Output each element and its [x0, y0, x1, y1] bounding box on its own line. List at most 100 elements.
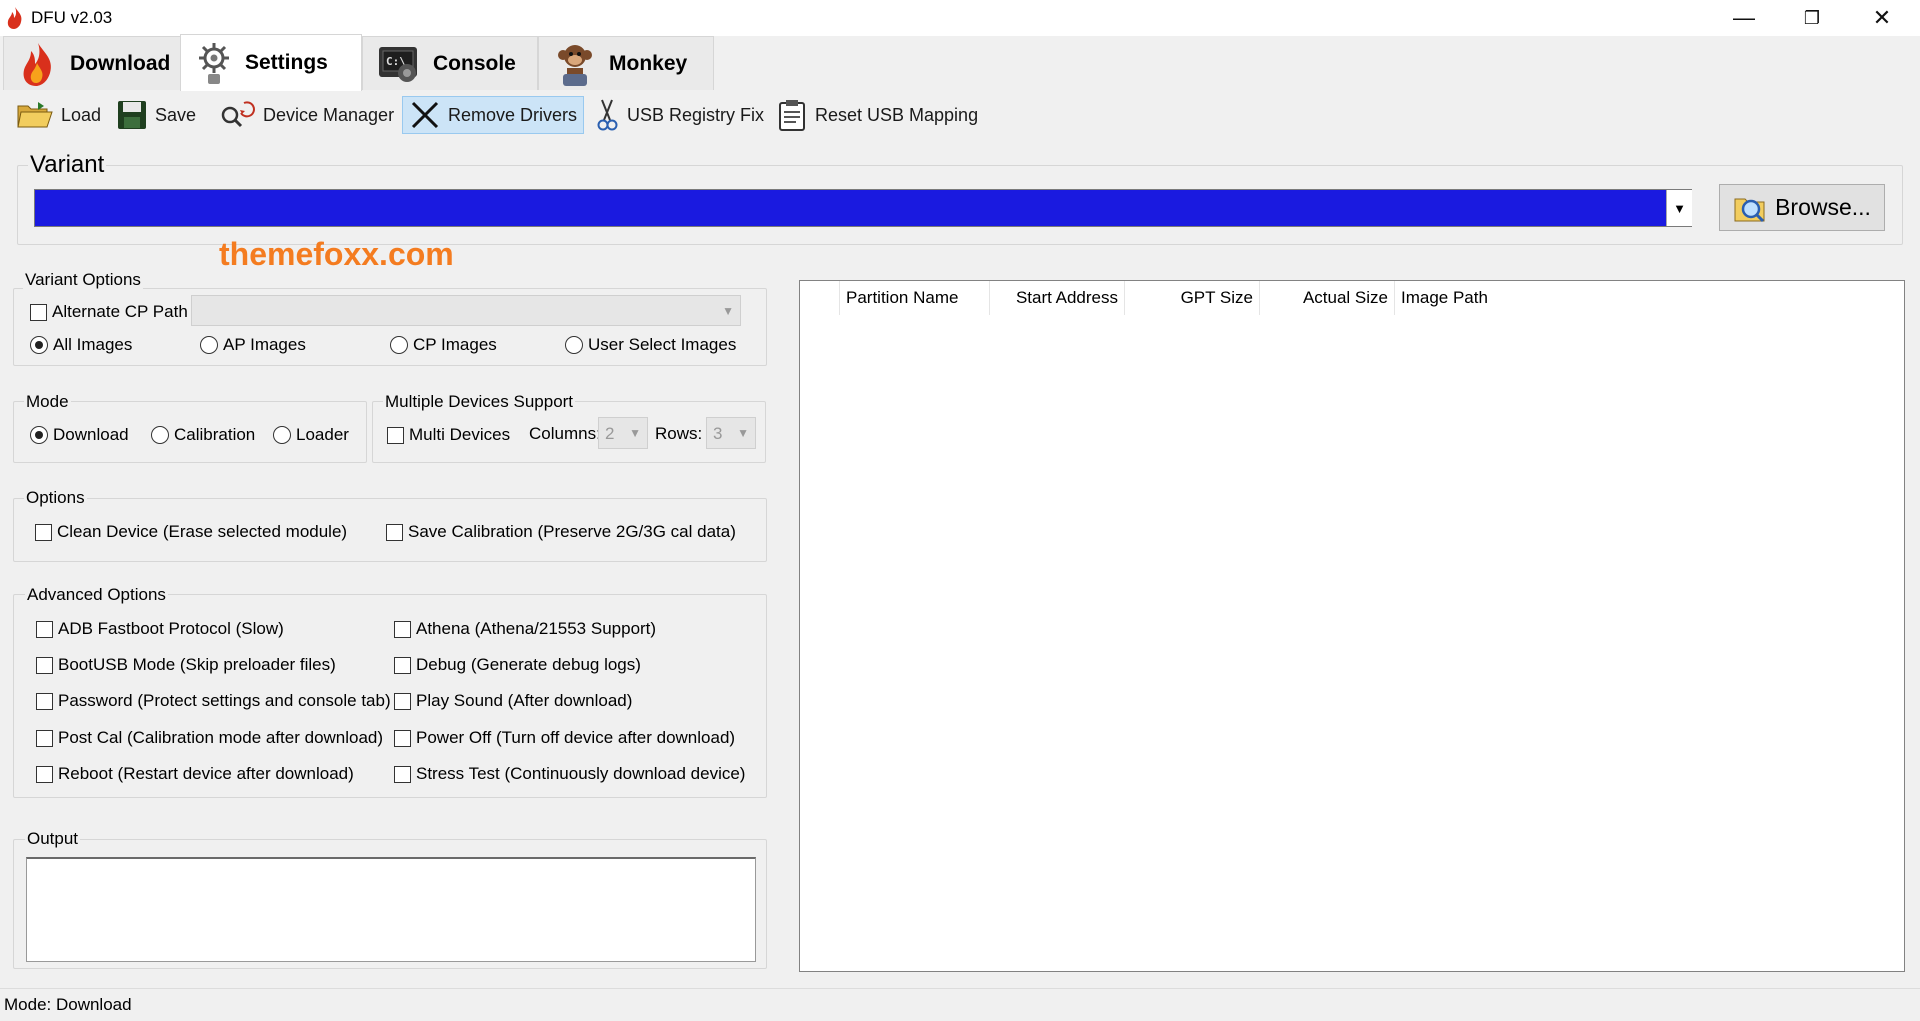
all-images-label: All Images — [53, 335, 133, 354]
adb-fastboot-label: ADB Fastboot Protocol (Slow) — [58, 619, 284, 638]
restore-button[interactable]: ❐ — [1778, 0, 1846, 36]
bootusb-label: BootUSB Mode (Skip preloader files) — [58, 655, 336, 674]
debug-label: Debug (Generate debug logs) — [416, 655, 641, 674]
load-button[interactable]: Load — [10, 96, 107, 134]
radio-user-select-images[interactable]: User Select Images — [565, 335, 736, 355]
reboot-checkbox[interactable]: Reboot (Restart device after download) — [36, 764, 354, 784]
chevron-down-icon: ▼ — [722, 303, 734, 318]
multi-devices-label: Multiple Devices Support — [383, 392, 576, 412]
tab-settings[interactable]: Settings — [180, 34, 362, 91]
mode-loader-label: Loader — [296, 425, 349, 444]
columns-select[interactable]: 2 ▼ — [598, 417, 648, 449]
alternate-cp-path-checkbox[interactable]: Alternate CP Path — [30, 302, 188, 322]
checkbox-box — [36, 692, 53, 710]
post-cal-checkbox[interactable]: Post Cal (Calibration mode after downloa… — [36, 728, 383, 748]
remove-drivers-button[interactable]: Remove Drivers — [402, 96, 585, 134]
password-label: Password (Protect settings and console t… — [58, 691, 391, 710]
column-header-blank[interactable] — [800, 281, 840, 315]
radio-dot — [30, 426, 48, 444]
status-text: Mode: Download — [4, 995, 132, 1014]
tab-download[interactable]: Download — [3, 36, 181, 90]
radio-dot — [151, 426, 169, 444]
clipboard-icon — [779, 100, 805, 131]
output-textarea[interactable] — [26, 857, 756, 962]
rows-value: 3 — [713, 424, 723, 443]
app-flame-icon — [7, 7, 22, 29]
athena-checkbox[interactable]: Athena (Athena/21553 Support) — [394, 619, 656, 639]
radio-all-images[interactable]: All Images — [30, 335, 132, 355]
stress-test-checkbox[interactable]: Stress Test (Continuously download devic… — [394, 764, 745, 784]
toolbar: Load Save Device Manager Remove Drivers … — [0, 92, 1920, 138]
column-header-partition-name[interactable]: Partition Name — [840, 281, 990, 315]
save-button[interactable]: Save — [110, 96, 202, 134]
radio-mode-download[interactable]: Download — [30, 425, 129, 445]
variant-select[interactable] — [34, 189, 1692, 227]
radio-ap-images[interactable]: AP Images — [200, 335, 306, 355]
cp-images-label: CP Images — [413, 335, 497, 354]
checkbox-box — [35, 523, 52, 541]
checkbox-box — [394, 692, 411, 710]
window-title: DFU v2.03 — [31, 8, 113, 27]
bootusb-checkbox[interactable]: BootUSB Mode (Skip preloader files) — [36, 655, 336, 675]
floppy-disk-icon — [118, 101, 146, 129]
clean-device-label: Clean Device (Erase selected module) — [57, 522, 348, 541]
checkbox-box — [394, 656, 411, 674]
password-checkbox[interactable]: Password (Protect settings and console t… — [36, 691, 391, 711]
usb-registry-fix-button[interactable]: USB Registry Fix — [588, 96, 770, 134]
checkbox-box — [394, 765, 411, 783]
radio-mode-calibration[interactable]: Calibration — [151, 425, 255, 445]
radio-cp-images[interactable]: CP Images — [390, 335, 497, 355]
debug-checkbox[interactable]: Debug (Generate debug logs) — [394, 655, 641, 675]
tab-console[interactable]: C:\ Console — [362, 36, 538, 90]
ap-images-label: AP Images — [223, 335, 306, 354]
browse-button[interactable]: Browse... — [1719, 184, 1885, 231]
output-label: Output — [25, 829, 81, 849]
column-header-start-address[interactable]: Start Address — [990, 281, 1125, 315]
folder-open-icon — [17, 102, 53, 128]
title-bar: DFU v2.03 — ❐ ✕ — [0, 0, 1920, 36]
column-header-image-path[interactable]: Image Path — [1395, 281, 1695, 315]
columns-label: Columns: — [529, 424, 601, 443]
tab-monkey[interactable]: Monkey — [538, 36, 714, 90]
checkbox-box — [30, 303, 47, 321]
play-sound-checkbox[interactable]: Play Sound (After download) — [394, 691, 632, 711]
chevron-down-icon: ▼ — [629, 426, 641, 440]
radio-mode-loader[interactable]: Loader — [273, 425, 349, 445]
chevron-down-icon[interactable]: ▼ — [1666, 190, 1692, 226]
device-manager-button[interactable]: Device Manager — [212, 96, 400, 134]
checkbox-box — [36, 620, 53, 638]
adb-fastboot-checkbox[interactable]: ADB Fastboot Protocol (Slow) — [36, 619, 284, 639]
close-button[interactable]: ✕ — [1848, 0, 1916, 36]
post-cal-label: Post Cal (Calibration mode after downloa… — [58, 728, 384, 747]
mode-calibration-label: Calibration — [174, 425, 256, 444]
save-calibration-label: Save Calibration (Preserve 2G/3G cal dat… — [408, 522, 736, 541]
variant-label: Variant — [28, 151, 107, 179]
tab-console-label: Console — [433, 51, 516, 75]
reset-usb-mapping-button[interactable]: Reset USB Mapping — [770, 96, 984, 134]
gear-icon — [199, 43, 229, 84]
mode-label: Mode — [24, 392, 71, 412]
radio-dot — [390, 336, 408, 354]
minimize-button[interactable]: — — [1710, 0, 1778, 36]
column-header-actual-size[interactable]: Actual Size — [1260, 281, 1395, 315]
variant-options-label: Variant Options — [23, 270, 143, 290]
partition-table: Partition Name Start Address GPT Size Ac… — [799, 280, 1905, 972]
stress-test-label: Stress Test (Continuously download devic… — [416, 764, 746, 783]
power-off-checkbox[interactable]: Power Off (Turn off device after downloa… — [394, 728, 735, 748]
tab-monkey-label: Monkey — [609, 51, 688, 75]
multi-devices-checkbox[interactable]: Multi Devices — [387, 425, 510, 445]
checkbox-box — [394, 620, 411, 638]
tab-download-label: Download — [70, 51, 171, 75]
cp-path-combo[interactable]: ▼ — [191, 295, 741, 326]
checkbox-box — [36, 656, 53, 674]
column-header-gpt-size[interactable]: GPT Size — [1125, 281, 1260, 315]
flame-icon — [23, 42, 51, 86]
power-off-label: Power Off (Turn off device after downloa… — [416, 728, 736, 747]
status-bar: Mode: Download — [0, 988, 1920, 1021]
save-calibration-checkbox[interactable]: Save Calibration (Preserve 2G/3G cal dat… — [386, 522, 736, 542]
rows-select[interactable]: 3 ▼ — [706, 417, 756, 449]
clean-device-checkbox[interactable]: Clean Device (Erase selected module) — [35, 522, 347, 542]
checkbox-box — [387, 426, 404, 444]
device-manager-icon — [221, 101, 255, 128]
save-label: Save — [155, 104, 197, 125]
